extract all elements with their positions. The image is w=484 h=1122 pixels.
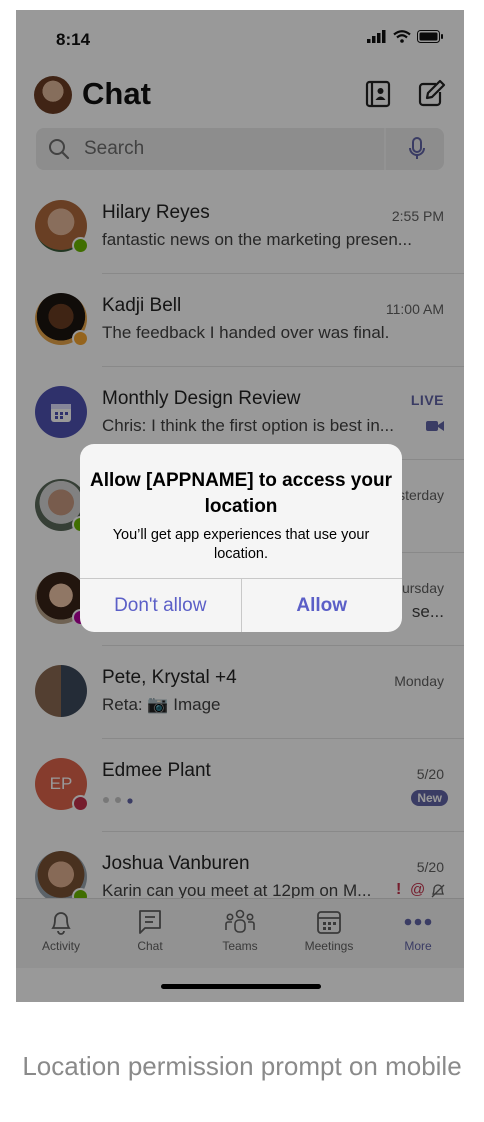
phone-screen: 8:14 Chat Search Hilary Reyes 2:55 PM fa… bbox=[16, 10, 464, 1002]
dont-allow-button[interactable]: Don't allow bbox=[80, 579, 241, 632]
allow-button[interactable]: Allow bbox=[240, 579, 403, 632]
figure-caption: Location permission prompt on mobile bbox=[22, 1051, 462, 1081]
location-permission-dialog: Allow [APPNAME] to access your location … bbox=[80, 444, 402, 632]
dialog-buttons: Don't allow Allow bbox=[80, 578, 402, 632]
dialog-message: You’ll get app experiences that use your… bbox=[112, 527, 370, 562]
dialog-title: Allow [APPNAME] to access your location bbox=[90, 470, 392, 517]
